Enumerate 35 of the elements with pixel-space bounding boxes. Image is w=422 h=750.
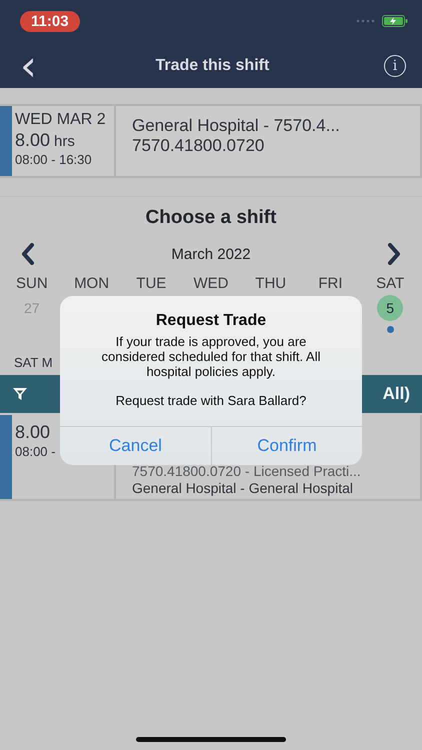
info-button[interactable]: i (384, 55, 406, 77)
shift-code: 7570.41800.0720 (132, 136, 266, 156)
shift-date: WED MAR 2 (15, 111, 107, 129)
filter-label[interactable]: All) (382, 384, 410, 404)
calendar-day[interactable]: 5 (377, 295, 404, 321)
hours-unit: hrs (54, 133, 75, 150)
shift-hours: 8.00 (15, 129, 50, 151)
status-time: 11:03 (20, 10, 80, 32)
weekday-label: TUE (136, 275, 166, 292)
battery-icon (382, 15, 408, 27)
signal-icon (356, 19, 376, 23)
filter-icon[interactable] (12, 386, 28, 402)
shift-location: General Hospital - 7570.4... (132, 116, 340, 136)
shift-hours: 8.00 (15, 421, 52, 443)
dialog-question: Request trade with Sara Ballard? (114, 393, 308, 408)
month-label: March 2022 (171, 246, 251, 262)
shift-time: 08:00 - (15, 443, 56, 461)
weekday-label: MON (74, 275, 110, 292)
dialog-message: If your trade is approved, you are considered scheduled for that shift. All hospital policies apply. (100, 334, 322, 379)
date-heading: SAT M (14, 355, 53, 370)
shift-stripe (0, 106, 12, 176)
weekday-label: SUN (16, 275, 48, 292)
dialog-title: Request Trade (154, 312, 268, 330)
back-button[interactable]: ‹ (16, 49, 41, 83)
previous-month-icon[interactable] (21, 243, 35, 265)
shift-detail: 7570.41800.0720 - Licensed Practi... (132, 463, 361, 480)
screen-title: Trade this shift (156, 57, 270, 75)
section-title: Choose a shift (144, 207, 278, 229)
weekday-label: WED (193, 275, 228, 292)
weekday-label: FRI (318, 275, 342, 292)
shift-time: 08:00 - 16:30 (15, 151, 93, 169)
next-month-icon[interactable] (387, 243, 401, 265)
weekday-label: SAT (376, 275, 404, 292)
weekday-label: THU (255, 275, 286, 292)
shift-detail: General Hospital - General Hospital (132, 480, 354, 497)
